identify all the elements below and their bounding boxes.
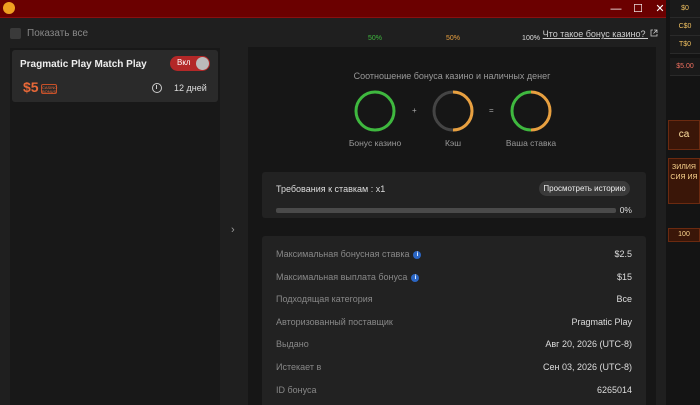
ratio-title: Соотношение бонуса казино и наличных ден… [353, 71, 551, 81]
bonus-card-title: Pragmatic Play Match Play [20, 59, 147, 70]
show-all-checkbox[interactable] [10, 28, 21, 39]
info-label: Максимальная выплата бонуса i [276, 272, 420, 282]
cash-percent: 50% [445, 35, 460, 42]
info-label: Максимальная бонусная ставка i [276, 249, 422, 259]
promo-banner-1[interactable]: са [668, 120, 700, 150]
show-all-label: Показать все [27, 28, 89, 39]
info-value: 6265014 [596, 384, 632, 395]
show-all-toggle[interactable]: Показать все [10, 28, 88, 39]
equals-sign: = [489, 106, 494, 115]
info-row: Максимальная выплата бонуса i $15 [276, 269, 632, 292]
what-is-bonus-link[interactable]: Что такое бонус казино? [543, 29, 658, 39]
bonus-info-table: Максимальная бонусная ставка i $2.5 Максима… [262, 236, 646, 405]
info-icon[interactable]: i [413, 251, 422, 259]
bonus-dialog: Показать все Что такое бонус казино? Pra… [0, 18, 666, 405]
info-row: Максимальная бонусная ставка i $2.5 [276, 246, 632, 269]
info-icon[interactable]: i [411, 273, 420, 282]
minimize-button[interactable]: — [607, 1, 625, 17]
info-value: $15 [616, 271, 632, 282]
stake-percent: 100% [522, 35, 540, 42]
plus-sign: + [412, 106, 417, 115]
chevron-right-icon[interactable]: › [231, 224, 235, 236]
bonus-amount: $5 [23, 79, 39, 95]
info-label: Истекает в [276, 362, 322, 372]
info-label: Авторизованный поставщик [276, 316, 393, 327]
balance-cad: C$0 [670, 18, 700, 36]
info-value: Все [616, 294, 632, 305]
external-link-icon [650, 29, 658, 37]
bonus-caption: Бонус казино [348, 138, 402, 148]
days-remaining: 12 дней [174, 83, 207, 93]
info-row: ID бонуса 6265014 [276, 382, 632, 405]
maximize-button[interactable]: ☐ [629, 1, 647, 17]
promo-banner-3[interactable]: 100 [668, 228, 700, 242]
view-history-button[interactable]: Просмотреть историю [539, 181, 630, 196]
toggle-label: Вкл [177, 58, 191, 67]
info-row: Подходящая категория Все [276, 291, 632, 314]
info-value: Авг 20, 2026 (UTC-8) [545, 339, 632, 350]
cash-caption: Кэш [444, 138, 462, 148]
stake-ring [510, 90, 552, 132]
wagering-box: Требования к ставкам : x1 Просмотреть ис… [262, 172, 646, 218]
wagering-progress-bar [276, 208, 616, 213]
info-value: Pragmatic Play [571, 316, 632, 327]
info-row: Истекает в Сен 03, 2026 (UTC-8) [276, 359, 632, 382]
bonus-ring [354, 90, 396, 132]
wagering-progress-percent: 0% [619, 205, 632, 215]
bonus-enable-toggle[interactable]: Вкл [170, 56, 210, 71]
balance-usd: $0 [670, 0, 700, 18]
info-label: Выдано [276, 339, 309, 350]
what-is-bonus-text: Что такое бонус казино? [542, 29, 646, 39]
window-titlebar: — ☐ ✕ [0, 0, 700, 18]
toggle-knob [196, 57, 209, 70]
stake-caption: Ваша ставка [505, 138, 557, 148]
info-label: ID бонуса [276, 384, 317, 395]
casino-bonus-badge: CASINO BONUS [41, 84, 58, 94]
balance-bonus: $5.00 [670, 58, 700, 76]
cash-ring [432, 90, 474, 132]
bonus-card[interactable]: Pragmatic Play Match Play Вкл $5 CASINO … [12, 50, 218, 102]
alarm-clock-icon [152, 83, 162, 93]
promo-banner-2[interactable]: ЗИЛИЯ СИЯ ИЯ [668, 158, 700, 204]
info-value: Сен 03, 2026 (UTC-8) [542, 362, 632, 372]
info-row: Выдано Авг 20, 2026 (UTC-8) [276, 336, 632, 359]
bonus-percent: 50% [367, 35, 382, 42]
app-logo-icon [3, 2, 15, 14]
wagering-title: Требования к ставкам : x1 [276, 184, 386, 194]
info-value: $2.5 [614, 249, 632, 259]
info-label: Подходящая категория [276, 294, 373, 305]
info-row: Авторизованный поставщик Pragmatic Play [276, 314, 632, 337]
balance-t: T$0 [670, 36, 700, 54]
